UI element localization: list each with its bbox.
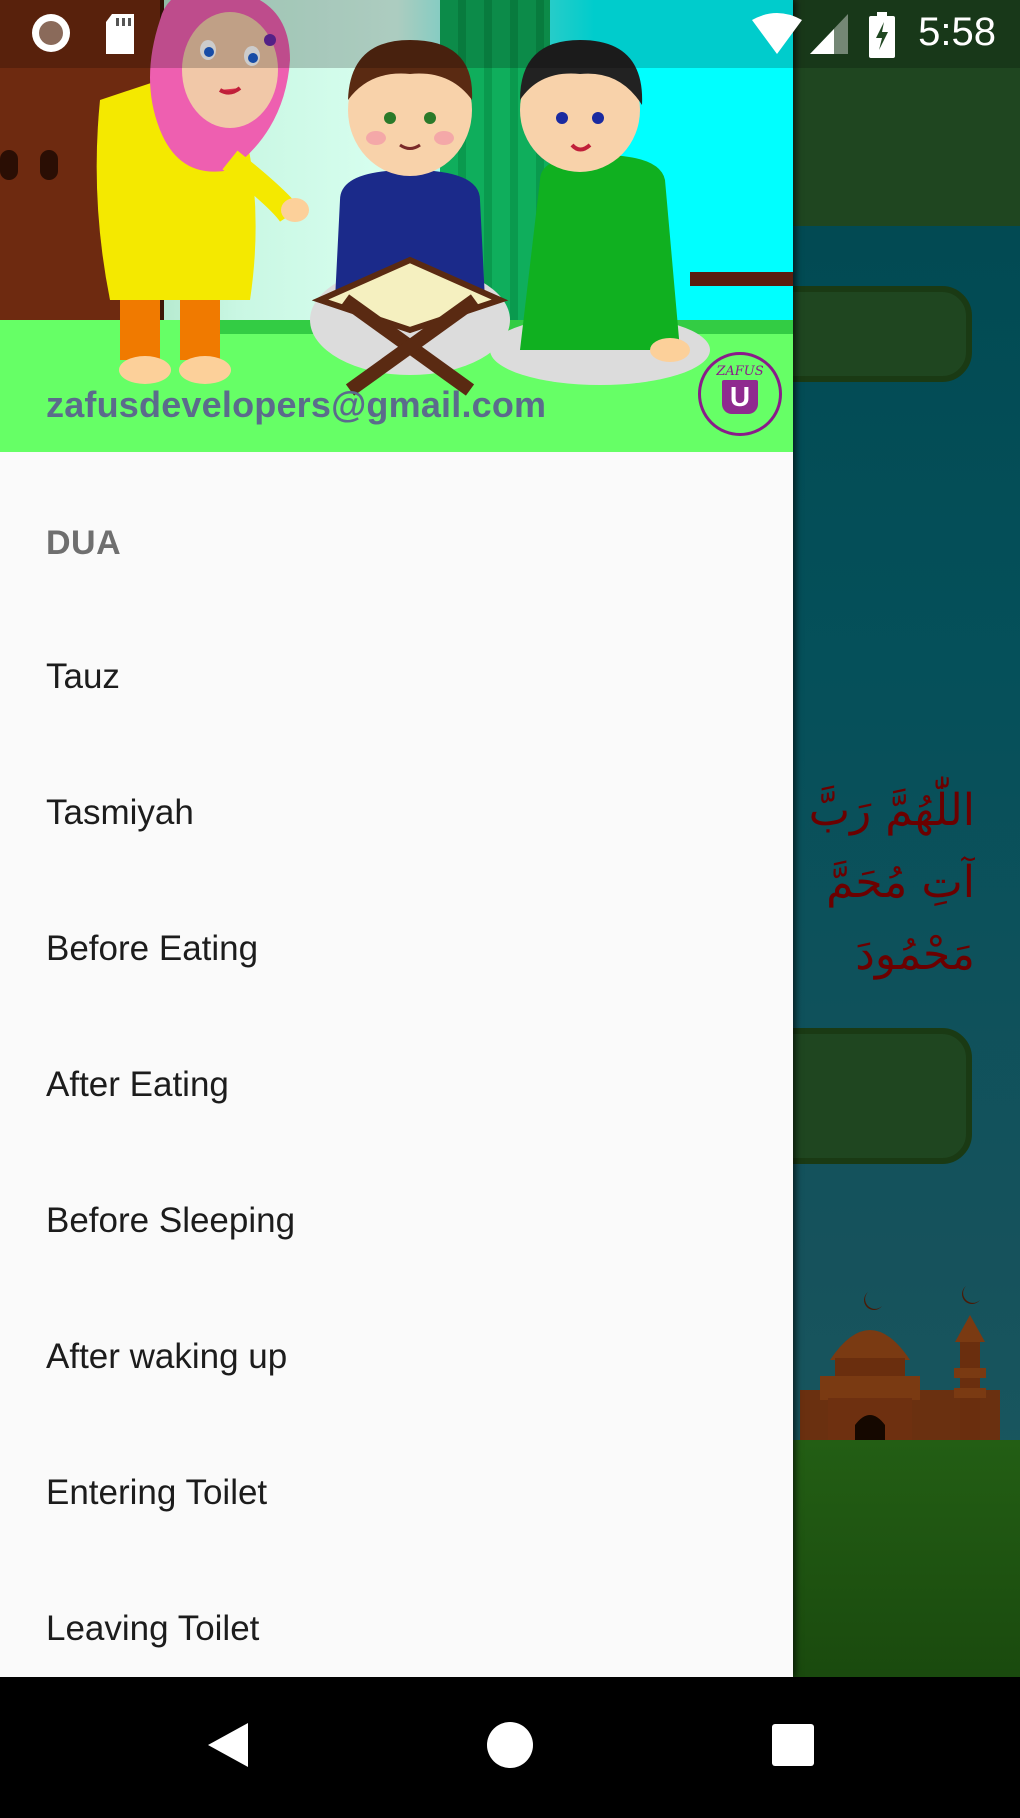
section-title-dua: DUA [46,524,122,562]
menu-item-label: After Eating [46,1065,229,1104]
status-time: 5:58 [918,10,996,54]
logo-letter: U [722,380,758,414]
navigation-drawer: zafusdevelopers@gmail.com ZAFUS U DUA Ta… [0,0,793,1677]
home-icon [487,1722,533,1768]
menu-item-label: Before Eating [46,929,259,968]
home-button[interactable] [450,1677,570,1813]
menu-item-tauz[interactable]: Tauz [0,613,793,749]
navigation-bar [0,1677,1020,1813]
back-button[interactable] [168,1677,288,1813]
menu-item-entering-toilet[interactable]: Entering Toilet [0,1429,793,1565]
menu-item-label: Before Sleeping [46,1201,296,1240]
menu-item-before-eating[interactable]: Before Eating [0,885,793,1021]
menu-item-leaving-toilet[interactable]: Leaving Toilet [0,1565,793,1677]
menu-item-before-sleeping[interactable]: Before Sleeping [0,1157,793,1293]
menu-item-label: After waking up [46,1337,288,1376]
menu-item-after-eating[interactable]: After Eating [0,1021,793,1157]
boy-green-illustration [490,40,710,385]
menu-item-label: Tasmiyah [46,793,194,832]
account-email: zafusdevelopers@gmail.com [46,384,547,425]
battery-charging-icon [869,12,895,58]
sd-card-icon [106,14,134,54]
record-icon [32,14,70,52]
menu-item-tasmiyah[interactable]: Tasmiyah [0,749,793,885]
recents-icon [772,1724,814,1766]
zafus-logo: ZAFUS U [698,352,782,436]
mosque-illustration [800,1286,1000,1440]
status-bar: 5:58 [0,0,1020,68]
menu-item-label: Entering Toilet [46,1473,268,1512]
signal-icon [810,14,848,54]
logo-text: ZAFUS [716,364,764,379]
wifi-icon [752,13,802,54]
menu-item-label: Tauz [46,657,120,696]
back-icon [208,1723,248,1767]
menu-item-after-waking-up[interactable]: After waking up [0,1293,793,1429]
recents-button[interactable] [733,1677,853,1813]
menu-item-label: Leaving Toilet [46,1609,260,1648]
